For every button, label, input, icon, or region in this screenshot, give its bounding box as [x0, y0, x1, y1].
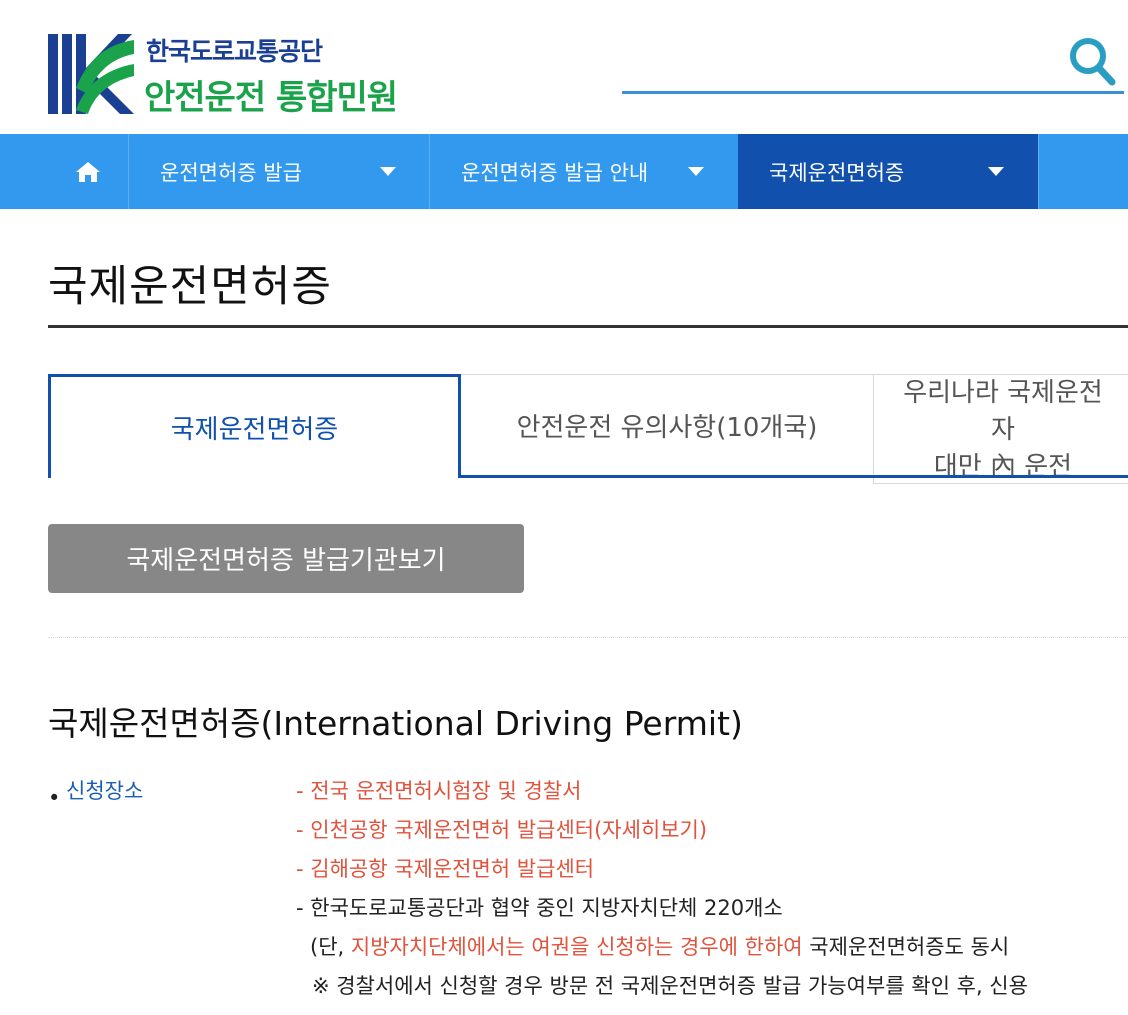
note-line: ※ 경찰서에서 신청할 경우 방문 전 국제운전면허증 발급 가능여부를 확인 …: [312, 974, 1028, 998]
note-prefix: (단,: [310, 935, 351, 959]
tab-label-line: 자: [991, 415, 1015, 445]
list-item-link[interactable]: - 인천공항 국제운전면허 발급센터(자세히보기): [296, 814, 707, 844]
chevron-down-icon: [688, 167, 704, 176]
nav-home[interactable]: [48, 134, 129, 209]
service-name: 안전운전 통합민원: [144, 78, 398, 118]
tab-label-line: 대만 內 운전: [933, 452, 1073, 482]
search-icon[interactable]: [1068, 36, 1118, 88]
bullet-dot: •: [48, 786, 61, 810]
search-input[interactable]: [622, 91, 1124, 94]
tab-label: 국제운전면허증: [170, 415, 339, 445]
tab-safety-notes[interactable]: 안전운전 유의사항(10개국): [461, 374, 873, 478]
site-header: 한국도로교통공단 안전운전 통합민원: [0, 0, 1128, 134]
nav-item-label: 운전면허증 발급: [160, 160, 302, 185]
chevron-down-icon: [380, 167, 396, 176]
nav-item-label: 국제운전면허증: [769, 160, 905, 185]
section-divider: [48, 637, 1128, 638]
tab-label: 안전운전 유의사항(10개국): [516, 412, 818, 443]
nav-divider: [1038, 134, 1039, 209]
list-item: - 김해공항 국제운전면허 발급센터: [296, 857, 595, 881]
tab-international-license[interactable]: 국제운전면허증: [48, 374, 461, 478]
nav-item-license-issue[interactable]: 운전면허증 발급: [129, 134, 429, 209]
list-item: - 한국도로교통공단과 협약 중인 지방자치단체 220개소: [296, 896, 783, 920]
note-line: (단, 지방자치단체에서는 여권을 신청하는 경우에 한하여 국제운전면허증도 …: [310, 931, 1009, 961]
tab-taiwan-driving[interactable]: 우리나라 국제운전 자 대만 內 운전: [873, 374, 1128, 484]
site-logo[interactable]: 한국도로교통공단 안전운전 통합민원: [48, 30, 418, 118]
nav-item-label: 운전면허증 발급 안내: [461, 160, 649, 185]
section-title: 국제운전면허증(International Driving Permit): [48, 704, 743, 743]
main-nav: 운전면허증 발급 운전면허증 발급 안내 국제운전면허증: [0, 134, 1128, 209]
view-agencies-button[interactable]: 국제운전면허증 발급기관보기: [48, 524, 524, 593]
chevron-down-icon: [988, 167, 1004, 176]
note-highlight: 지방자치단체에서는 여권을 신청하는 경우에 한하여: [350, 935, 803, 959]
tab-label-line: 우리나라 국제운전: [903, 378, 1103, 408]
koroad-logo-icon: [48, 34, 134, 114]
list-item: - 전국 운전면허시험장 및 경찰서: [296, 779, 582, 803]
application-place-label: 신청장소: [66, 779, 144, 803]
title-divider: [48, 325, 1128, 328]
nav-item-international-license[interactable]: 국제운전면허증: [738, 134, 1038, 209]
home-icon: [76, 161, 100, 182]
page-title: 국제운전면허증: [48, 262, 332, 312]
org-name: 한국도로교통공단: [146, 37, 323, 66]
note-suffix: 국제운전면허증도 동시: [802, 935, 1010, 959]
tab-underline: [873, 475, 1128, 478]
nav-item-license-guide[interactable]: 운전면허증 발급 안내: [430, 134, 738, 209]
